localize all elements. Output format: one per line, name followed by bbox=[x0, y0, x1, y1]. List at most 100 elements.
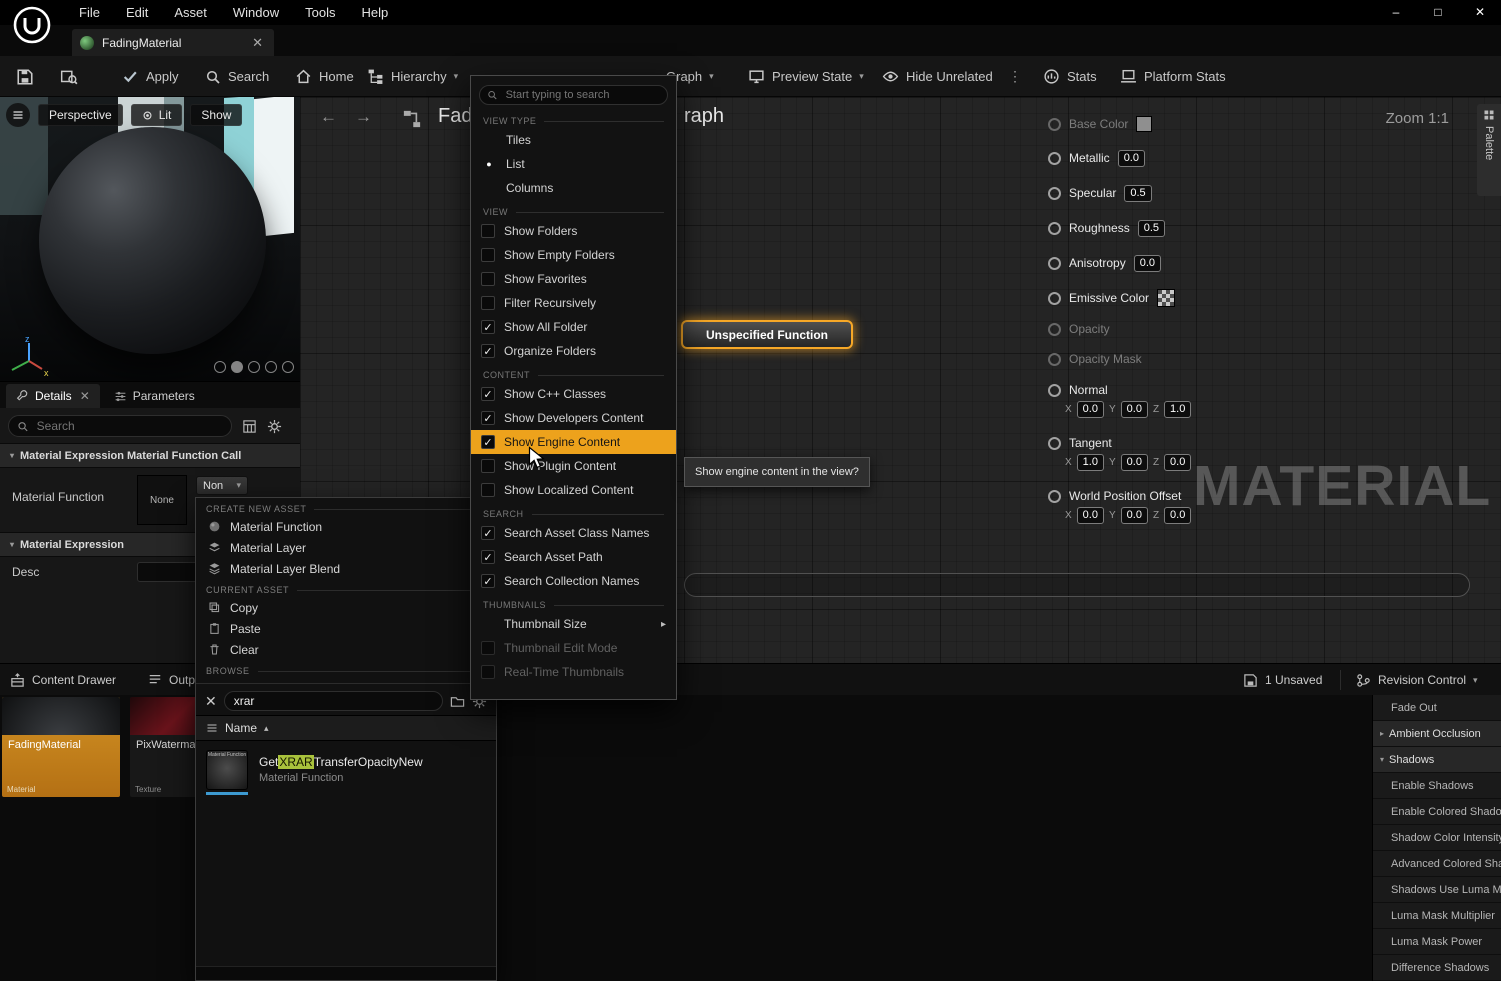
menu-item-show-developers-content[interactable]: Show Developers Content bbox=[471, 406, 676, 430]
pin-circle[interactable] bbox=[1048, 152, 1061, 165]
checkbox-checked[interactable] bbox=[481, 344, 495, 358]
save-button[interactable] bbox=[16, 56, 34, 97]
mesh-custom-button[interactable] bbox=[282, 361, 294, 373]
unsaved-indicator[interactable]: 1 Unsaved bbox=[1243, 664, 1322, 696]
pin-circle[interactable] bbox=[1048, 353, 1061, 366]
menu-item-edit[interactable]: Edit bbox=[113, 0, 161, 25]
lit-mode-button[interactable]: Lit bbox=[131, 104, 183, 126]
checkbox[interactable] bbox=[481, 272, 495, 286]
back-arrow-icon[interactable]: ← bbox=[320, 107, 337, 127]
hide-unrelated-button[interactable]: Hide Unrelated bbox=[882, 56, 993, 97]
property-row-difference-shadows[interactable]: Difference Shadows bbox=[1373, 955, 1501, 981]
mesh-plane-button[interactable] bbox=[248, 361, 260, 373]
menu-item-asset[interactable]: Asset bbox=[161, 0, 220, 25]
menu-item-list[interactable]: List bbox=[471, 152, 676, 176]
property-row-enable-colored-shadows[interactable]: Enable Colored Shadow bbox=[1373, 799, 1501, 825]
menu-item-thumbnail-size[interactable]: Thumbnail Size ▸ bbox=[471, 612, 676, 636]
pin-circle[interactable] bbox=[1048, 187, 1061, 200]
material-function-dropdown[interactable]: Non ▾ bbox=[196, 476, 248, 495]
section-material-function-call[interactable]: ▾ Material Expression Material Function … bbox=[0, 443, 300, 468]
menu-item-copy[interactable]: Copy bbox=[196, 597, 496, 618]
mesh-cylinder-button[interactable] bbox=[214, 361, 226, 373]
hierarchy-button[interactable]: Hierarchy ▾ bbox=[367, 56, 458, 97]
checkbox[interactable] bbox=[481, 483, 495, 497]
property-row-shadows-use-luma[interactable]: Shadows Use Luma M bbox=[1373, 877, 1501, 903]
content-drawer-button[interactable]: Content Drawer bbox=[10, 664, 116, 696]
pin-circle[interactable] bbox=[1048, 292, 1061, 305]
tangent-x-value[interactable]: 1.0 bbox=[1077, 454, 1104, 471]
tab-parameters[interactable]: Parameters bbox=[104, 384, 205, 408]
normal-y-value[interactable]: 0.0 bbox=[1121, 401, 1148, 418]
metallic-value[interactable]: 0.0 bbox=[1118, 150, 1145, 167]
column-header-name[interactable]: Name ▴ bbox=[196, 715, 496, 741]
menu-item-file[interactable]: File bbox=[66, 0, 113, 25]
viewport-menu-button[interactable] bbox=[6, 103, 30, 127]
roughness-value[interactable]: 0.5 bbox=[1138, 220, 1165, 237]
browse-folder-icon[interactable] bbox=[450, 694, 465, 709]
palette-side-tab[interactable]: Palette bbox=[1477, 104, 1501, 196]
checkbox-checked[interactable] bbox=[481, 435, 495, 449]
property-row-enable-shadows[interactable]: Enable Shadows bbox=[1373, 773, 1501, 799]
menu-item-show-cpp-classes[interactable]: Show C++ Classes bbox=[471, 382, 676, 406]
checkbox-checked[interactable] bbox=[481, 574, 495, 588]
tab-details[interactable]: Details ✕ bbox=[6, 384, 100, 408]
checkbox-checked[interactable] bbox=[481, 387, 495, 401]
pin-circle[interactable] bbox=[1048, 490, 1061, 503]
pin-circle[interactable] bbox=[1048, 384, 1061, 397]
material-result-node[interactable]: Base Color Metallic 0.0 Specular 0.5 Rou… bbox=[1048, 107, 1298, 547]
normal-z-value[interactable]: 1.0 bbox=[1164, 401, 1191, 418]
menu-item-material-function[interactable]: Material Function bbox=[196, 516, 496, 537]
mesh-cube-button[interactable] bbox=[265, 361, 277, 373]
graph-search-bar[interactable] bbox=[684, 573, 1470, 597]
emissive-color-swatch[interactable] bbox=[1157, 289, 1175, 307]
menu-item-search-collection-names[interactable]: Search Collection Names bbox=[471, 569, 676, 593]
asset-search-input[interactable] bbox=[224, 691, 443, 711]
property-row-luma-mask-multiplier[interactable]: Luma Mask Multiplier bbox=[1373, 903, 1501, 929]
menu-item-show-localized-content[interactable]: Show Localized Content bbox=[471, 478, 676, 502]
category-shadows[interactable]: ▾ Shadows bbox=[1373, 747, 1501, 773]
menu-item-show-favorites[interactable]: Show Favorites bbox=[471, 267, 676, 291]
menu-item-show-plugin-content[interactable]: Show Plugin Content bbox=[471, 454, 676, 478]
checkbox-checked[interactable] bbox=[481, 320, 495, 334]
tab-close-icon[interactable]: ✕ bbox=[249, 35, 266, 51]
details-search-input[interactable] bbox=[35, 418, 223, 434]
menu-item-show-folders[interactable]: Show Folders bbox=[471, 219, 676, 243]
menu-item-tiles[interactable]: Tiles bbox=[471, 128, 676, 152]
pin-circle[interactable] bbox=[1048, 257, 1061, 270]
details-search-box[interactable] bbox=[8, 415, 232, 437]
checkbox-checked[interactable] bbox=[481, 526, 495, 540]
material-function-thumbnail[interactable]: None bbox=[137, 475, 187, 525]
apply-button[interactable]: Apply bbox=[122, 56, 179, 97]
specular-value[interactable]: 0.5 bbox=[1124, 185, 1151, 202]
menu-item-material-layer-blend[interactable]: Material Layer Blend bbox=[196, 558, 496, 579]
property-row-luma-mask-power[interactable]: Luma Mask Power bbox=[1373, 929, 1501, 955]
mesh-sphere-button[interactable] bbox=[231, 361, 243, 373]
menu-item-clear[interactable]: Clear bbox=[196, 639, 496, 660]
checkbox[interactable] bbox=[481, 296, 495, 310]
menu-item-window[interactable]: Window bbox=[220, 0, 292, 25]
wpo-z-value[interactable]: 0.0 bbox=[1164, 507, 1191, 524]
tangent-z-value[interactable]: 0.0 bbox=[1164, 454, 1191, 471]
toolbar-options-kebab[interactable]: ⋮ bbox=[1008, 56, 1022, 97]
menu-search-box[interactable] bbox=[479, 85, 668, 105]
normal-x-value[interactable]: 0.0 bbox=[1077, 401, 1104, 418]
checkbox[interactable] bbox=[481, 665, 495, 679]
menu-item-real-time-thumbnails[interactable]: Real-Time Thumbnails bbox=[471, 660, 676, 684]
tab-fadingmaterial[interactable]: FadingMaterial ✕ bbox=[72, 29, 274, 56]
tangent-y-value[interactable]: 0.0 bbox=[1121, 454, 1148, 471]
property-row-advanced-colored-shadows[interactable]: Advanced Colored Sha bbox=[1373, 851, 1501, 877]
asset-result-row[interactable]: Material Function GetXRARTransferOpacity… bbox=[196, 741, 496, 795]
property-row-fade-out[interactable]: Fade Out bbox=[1373, 695, 1501, 721]
minimize-button[interactable]: – bbox=[1375, 0, 1417, 25]
stats-button[interactable]: Stats bbox=[1043, 56, 1097, 97]
material-preview-viewport[interactable]: Perspective Lit Show z x bbox=[0, 97, 300, 381]
output-log-tab[interactable]: Outp bbox=[148, 664, 195, 696]
pin-circle[interactable] bbox=[1048, 323, 1061, 336]
checkbox[interactable] bbox=[481, 459, 495, 473]
menu-item-columns[interactable]: Columns bbox=[471, 176, 676, 200]
category-ambient-occlusion[interactable]: ▸ Ambient Occlusion bbox=[1373, 721, 1501, 747]
checkbox[interactable] bbox=[481, 641, 495, 655]
anisotropy-value[interactable]: 0.0 bbox=[1134, 255, 1161, 272]
checkbox-checked[interactable] bbox=[481, 411, 495, 425]
menu-item-help[interactable]: Help bbox=[348, 0, 401, 25]
